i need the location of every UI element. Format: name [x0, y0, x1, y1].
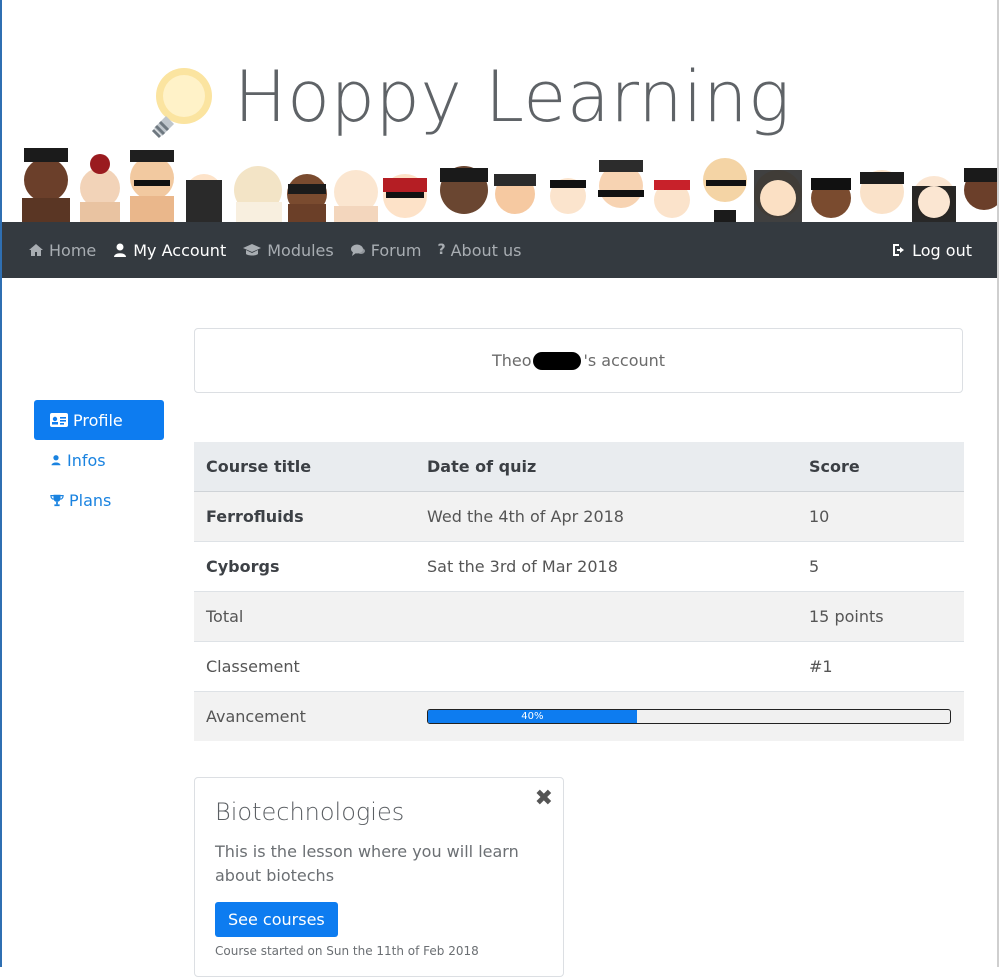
question-icon: ? — [437, 242, 446, 258]
nav-forum[interactable]: Forum — [350, 240, 422, 260]
course-start-date: Course started on Sun the 11th of Feb 20… — [215, 944, 479, 958]
classement-label: Classement — [194, 641, 415, 692]
column-header: Date of quiz — [415, 442, 797, 492]
nav-about-us[interactable]: ? About us — [437, 241, 521, 260]
close-icon[interactable]: ✖ — [535, 786, 553, 811]
nav-modules[interactable]: Modules — [242, 241, 334, 260]
table-row: Ferrofluids Wed the 4th of Apr 2018 10 — [194, 491, 964, 542]
account-sidebar: Profile Infos Plans — [34, 400, 164, 520]
redacted-surname — [533, 351, 582, 370]
top-navbar: Home My Account Modules Forum ? About us… — [2, 222, 997, 278]
sidebar-item-profile[interactable]: Profile — [34, 400, 164, 440]
header-banner: Hoppy Learning — [2, 0, 997, 222]
sidebar-item-label: Profile — [73, 410, 123, 430]
lightbulb-icon — [151, 68, 212, 139]
quiz-date-cell: Wed the 4th of Apr 2018 — [415, 491, 797, 542]
course-title-cell: Ferrofluids — [194, 491, 415, 542]
nav-modules-label: Modules — [267, 240, 334, 260]
sidebar-item-label: Infos — [67, 450, 106, 470]
table-row: Cyborgs Sat the 3rd of Mar 2018 5 — [194, 541, 964, 592]
quiz-scores-table: Course title Date of quiz Score Ferroflu… — [194, 442, 964, 741]
total-label: Total — [194, 591, 415, 642]
course-title-cell: Cyborgs — [194, 541, 415, 592]
table-header-row: Course title Date of quiz Score — [194, 442, 964, 492]
nav-logout-label: Log out — [912, 240, 972, 260]
sidebar-item-label: Plans — [69, 490, 112, 510]
account-suffix: 's account — [583, 351, 666, 370]
empty-cell — [415, 641, 797, 692]
graduation-cap-icon — [243, 244, 262, 256]
trophy-icon — [50, 494, 64, 507]
nav-logout[interactable]: Log out — [891, 241, 972, 260]
total-value: 15 points — [797, 591, 964, 642]
account-name: Theo — [491, 351, 532, 370]
course-title: Biotechnologies — [215, 798, 405, 826]
total-row: Total 15 points — [194, 591, 964, 642]
id-card-icon — [50, 413, 68, 427]
column-header: Score — [797, 442, 964, 492]
nav-home-label: Home — [49, 240, 97, 260]
sidebar-item-infos[interactable]: Infos — [34, 440, 164, 480]
nav-forum-label: Forum — [370, 240, 422, 260]
nav-my-account[interactable]: My Account — [112, 241, 226, 260]
user-icon — [114, 243, 127, 257]
avancement-cell: 40% — [415, 691, 964, 741]
course-card: ✖ Biotechnologies This is the lesson whe… — [194, 777, 564, 977]
home-icon — [29, 244, 43, 256]
column-header: Course title — [194, 442, 415, 492]
nav-about-us-label: About us — [450, 240, 522, 260]
brand-title: Hoppy Learning — [234, 56, 791, 138]
course-description: This is the lesson where you will learn … — [215, 842, 519, 885]
progress-bar: 40% — [427, 709, 951, 724]
crowd-illustration — [22, 148, 997, 222]
classement-value: #1 — [797, 641, 964, 692]
nav-home[interactable]: Home — [28, 241, 96, 260]
avancement-row: Avancement 40% — [194, 691, 964, 741]
score-cell: 5 — [797, 541, 964, 592]
progress-fill: 40% — [428, 710, 637, 723]
classement-row: Classement #1 — [194, 641, 964, 692]
score-cell: 10 — [797, 491, 964, 542]
sidebar-item-plans[interactable]: Plans — [34, 480, 164, 520]
account-title-card: Theo 's account — [194, 328, 963, 393]
see-courses-button[interactable]: See courses — [215, 902, 338, 937]
quiz-date-cell: Sat the 3rd of Mar 2018 — [415, 541, 797, 592]
user-icon — [51, 455, 61, 466]
avancement-label: Avancement — [194, 691, 415, 741]
sign-out-icon — [893, 244, 905, 256]
nav-my-account-label: My Account — [133, 240, 227, 260]
empty-cell — [415, 591, 797, 642]
comments-icon — [350, 244, 365, 256]
